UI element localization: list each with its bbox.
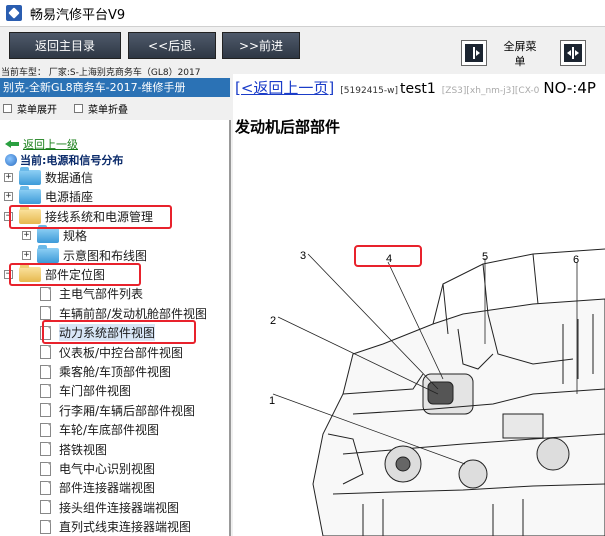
tree-item-label: 直列式线束连接器端视图 xyxy=(59,520,192,535)
expand-menu-button[interactable]: 菜单展开 xyxy=(0,101,57,116)
app-title: 畅易汽修平台V9 xyxy=(30,7,126,23)
tree-item-specifications[interactable]: + 规格 xyxy=(22,225,88,245)
tree-item-inline-harness-connector-view[interactable]: 直列式线束连接器端视图 xyxy=(40,517,191,536)
document-number: NO-:4P xyxy=(543,79,596,97)
tree-item-schematics[interactable]: + 示意图和布线图 xyxy=(22,244,148,265)
tree-item-label: 搭铁视图 xyxy=(59,442,108,457)
fullscreen-menu-label[interactable]: 全屏菜单 xyxy=(500,39,540,69)
tree-item-cabin-roof-view[interactable]: 乘客舱/车顶部件视图 xyxy=(40,362,171,381)
manual-header: 别克-全新GL8商务车-2017-维修手册 xyxy=(0,78,230,97)
expand-icon[interactable]: + xyxy=(4,173,13,182)
collapse-left-panel-button[interactable] xyxy=(461,40,487,66)
panel-toggle-icon xyxy=(465,44,483,62)
fullscreen-button[interactable] xyxy=(560,40,586,66)
expand-icon[interactable]: + xyxy=(22,231,31,241)
document-icon xyxy=(40,500,51,515)
tree-item-trunk-rear-view[interactable]: 行李厢/车辆后部部件视图 xyxy=(40,401,195,420)
tree-item-label: 车门部件视图 xyxy=(59,384,132,399)
back-arrow-icon xyxy=(5,139,19,149)
folder-icon xyxy=(37,225,59,244)
document-icon xyxy=(40,403,51,418)
menu-operations: 菜单展开 菜单折叠 xyxy=(0,100,142,116)
highlight-wiring-system xyxy=(9,205,172,229)
engine-rear-components-diagram: 1 2 3 4 5 6 xyxy=(269,245,605,536)
document-icon xyxy=(40,345,51,360)
folder-icon xyxy=(19,167,41,185)
expand-icon[interactable]: + xyxy=(22,250,31,260)
content-panel: [<返回上一页] [5192415-w] test1 [ZS3][xh_nm-j… xyxy=(233,74,605,536)
document-icon xyxy=(40,422,51,437)
tree-item-label: 部件连接器端视图 xyxy=(59,481,156,496)
location-icon xyxy=(5,153,17,166)
back-to-previous-page-link[interactable]: [<返回上一页] xyxy=(235,77,334,98)
app-logo-icon xyxy=(6,5,22,21)
tree-item-label: 车轮/车底部件视图 xyxy=(59,423,160,438)
collapse-menu-button[interactable]: 菜单折叠 xyxy=(71,101,128,116)
tree-item-label: 仪表板/中控台部件视图 xyxy=(59,345,184,360)
document-code: [5192415-w] xyxy=(340,86,398,96)
tree-item-label: 主电气部件列表 xyxy=(59,287,144,302)
document-icon xyxy=(40,383,51,398)
checkbox-icon xyxy=(3,103,12,113)
callout-1: 1 xyxy=(269,395,275,407)
document-name: test1 xyxy=(400,81,436,97)
forward-button[interactable]: >>前进 xyxy=(222,32,300,59)
callout-3: 3 xyxy=(300,250,306,262)
navigation-tree: 返回上一级 当前:电源和信号分布 + 数据通信 + 电源插座 − 接线系统和电源管理 + 规格… xyxy=(0,120,231,536)
tree-item-label: 行李厢/车辆后部部件视图 xyxy=(59,403,196,418)
title-bar: 畅易汽修平台V9 xyxy=(0,0,605,27)
tree-item-label: 示意图和布线图 xyxy=(63,248,148,263)
tree-item-power-outlets[interactable]: + 电源插座 xyxy=(4,186,94,206)
current-location-label: 当前:电源和信号分布 xyxy=(20,153,124,167)
content-top-bar: [<返回上一页] [5192415-w] test1 [ZS3][xh_nm-j… xyxy=(235,77,596,98)
document-icon xyxy=(40,306,51,321)
tree-item-label: 乘客舱/车顶部件视图 xyxy=(59,365,172,379)
tree-item-instrument-panel-view[interactable]: 仪表板/中控台部件视图 xyxy=(40,343,183,362)
folder-icon xyxy=(37,244,59,263)
tree-item-door-view[interactable]: 车门部件视图 xyxy=(40,381,131,400)
engine-drawing xyxy=(312,248,605,536)
folder-icon xyxy=(19,186,41,205)
expand-icon[interactable]: + xyxy=(4,192,13,202)
document-icon xyxy=(40,519,51,534)
callout-5: 5 xyxy=(482,251,488,263)
highlight-powertrain-view xyxy=(42,320,196,344)
page-title: 发动机后部部件 xyxy=(235,118,341,136)
tree-item-label: 数据通信 xyxy=(45,171,94,185)
document-icon xyxy=(40,442,51,457)
document-icon xyxy=(40,364,51,379)
tree-item-ground-view[interactable]: 搭铁视图 xyxy=(40,440,107,459)
tree-item-label: 电源插座 xyxy=(45,190,94,205)
home-button[interactable]: 返回主目录 xyxy=(9,32,121,59)
tree-item-main-electrical-list[interactable]: 主电气部件列表 xyxy=(40,284,143,303)
highlight-component-locator xyxy=(9,263,141,286)
fullscreen-icon xyxy=(564,44,582,62)
document-icon xyxy=(40,480,51,495)
callout-4: 4 xyxy=(386,253,392,265)
tree-item-component-connector-view[interactable]: 部件连接器端视图 xyxy=(40,478,155,497)
tree-item-data-communication[interactable]: + 数据通信 xyxy=(4,167,94,187)
tree-item-label: 电气中心识别视图 xyxy=(59,462,156,476)
document-path-code: [ZS3][xh_nm-j3][CX-0 xyxy=(441,86,540,96)
back-button[interactable]: <<后退. xyxy=(128,32,216,59)
callout-2: 2 xyxy=(270,315,276,327)
document-icon xyxy=(40,286,51,301)
tree-item-splice-connector-view[interactable]: 接头组件连接器端视图 xyxy=(40,498,179,517)
tree-item-label: 接头组件连接器端视图 xyxy=(59,500,180,515)
tree-item-label: 规格 xyxy=(63,229,88,244)
expand-menu-label: 菜单展开 xyxy=(17,104,57,116)
tree-item-wheel-underbody-view[interactable]: 车轮/车底部件视图 xyxy=(40,420,159,439)
checkbox-icon xyxy=(74,103,83,113)
callout-6: 6 xyxy=(573,254,579,266)
document-icon xyxy=(40,461,51,476)
toolbar: 返回主目录 <<后退. >>前进 全屏菜单 xyxy=(0,27,605,68)
tree-item-electrical-center-view[interactable]: 电气中心识别视图 xyxy=(40,459,155,478)
collapse-menu-label: 菜单折叠 xyxy=(88,104,128,116)
current-vehicle-line: 当前车型： 厂家:S-上海别克商务车（GL8）2017 xyxy=(1,68,201,78)
